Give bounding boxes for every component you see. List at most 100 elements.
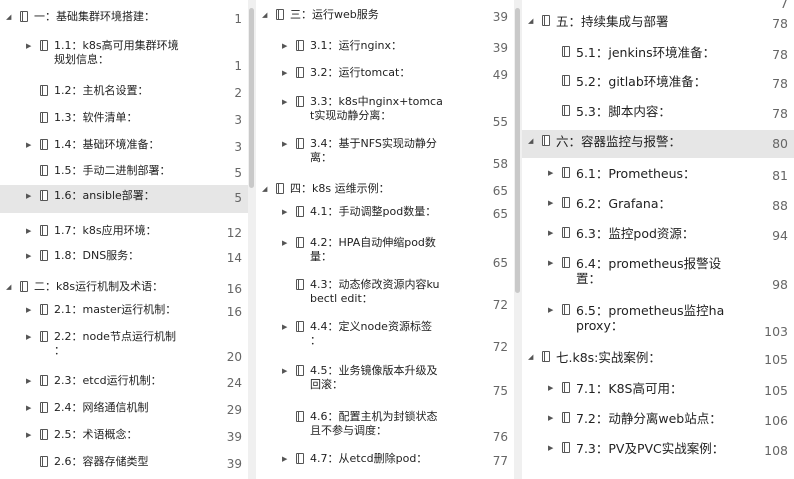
outline-item[interactable]: ▶ 2.1：master运行机制： 16 <box>0 299 248 325</box>
collapse-arrow-icon[interactable]: ◢ <box>6 10 11 24</box>
collapse-arrow-icon[interactable]: ◢ <box>262 8 267 22</box>
expand-arrow-icon[interactable]: ▶ <box>26 189 31 203</box>
outline-item-title: 1.8：DNS服务： <box>54 249 140 262</box>
collapse-arrow-icon[interactable]: ◢ <box>262 182 267 196</box>
bookmark-icon <box>562 75 570 86</box>
outline-item[interactable]: ▶ 6.2：Grafana： 88 <box>522 192 794 220</box>
expand-arrow-icon[interactable]: ▶ <box>26 401 31 415</box>
page-number: 72 <box>492 298 508 312</box>
outline-item[interactable]: ▶ 6.1：Prometheus： 81 <box>522 162 794 190</box>
outline-item[interactable]: 1.3：软件清单： 3 <box>0 107 248 133</box>
scrollbar-thumb[interactable] <box>515 8 520 293</box>
outline-item[interactable]: ▶ 7.2：动静分离web站点： 106 <box>522 407 794 435</box>
expand-arrow-icon[interactable]: ▶ <box>282 364 287 378</box>
outline-chapter[interactable]: ◢ 五：持续集成与部署 78 <box>522 10 794 36</box>
outline-item[interactable]: ▶ 4.1：手动调整pod数量： 65 <box>256 201 514 231</box>
outline-item[interactable]: ▶ 6.3：监控pod资源： 94 <box>522 222 794 250</box>
page-number: 49 <box>492 68 508 82</box>
outline-item[interactable]: ▶ 4.5：业务镜像版本升级及 回滚： 75 <box>256 360 514 406</box>
outline-item[interactable]: ▶ 3.1：运行nginx： 39 <box>256 35 514 61</box>
expand-arrow-icon[interactable]: ▶ <box>282 320 287 334</box>
bookmark-icon <box>562 197 570 208</box>
expand-arrow-icon[interactable]: ▶ <box>548 411 553 426</box>
outline-item[interactable]: 5.3：脚本内容： 78 <box>522 100 794 126</box>
expand-arrow-icon[interactable]: ▶ <box>282 39 287 53</box>
expand-arrow-icon[interactable]: ▶ <box>548 441 553 456</box>
outline-item[interactable]: ▶ 3.4：基于NFS实现动静分 离： 58 <box>256 133 514 177</box>
page-number: 39 <box>226 457 242 471</box>
outline-item[interactable]: ▶ 2.4：网络通信机制 29 <box>0 397 248 423</box>
outline-chapter[interactable]: ◢ 一：基础集群环境搭建： 1 <box>0 6 248 32</box>
outline-item[interactable]: 1.2：主机名设置： 2 <box>0 80 248 106</box>
expand-arrow-icon[interactable]: ▶ <box>282 236 287 250</box>
expand-arrow-icon[interactable]: ▶ <box>26 428 31 442</box>
outline-item-title: 3.2：运行tomcat： <box>310 66 411 79</box>
outline-item[interactable]: 4.3：动态修改资源内容ku bectl edit： 72 <box>256 274 514 316</box>
expand-arrow-icon[interactable]: ▶ <box>548 226 553 241</box>
outline-item[interactable]: ▶ 4.2：HPA自动伸缩pod数 量： 65 <box>256 232 514 274</box>
expand-arrow-icon[interactable]: ▶ <box>26 138 31 152</box>
page-number: 65 <box>492 184 508 198</box>
outline-item[interactable]: ▶ 7.1：K8S高可用： 105 <box>522 377 794 405</box>
page-number: 78 <box>772 16 788 31</box>
outline-item[interactable]: ▶ 6.4：prometheus报警设 置： 98 <box>522 252 794 296</box>
expand-arrow-icon[interactable]: ▶ <box>548 256 553 271</box>
outline-item-title: 2.5：术语概念： <box>54 428 138 441</box>
expand-arrow-icon[interactable]: ▶ <box>26 39 31 53</box>
expand-arrow-icon[interactable]: ▶ <box>26 224 31 238</box>
outline-item[interactable]: ▶ 1.1：k8s高可用集群环境 规划信息： 1 <box>0 35 248 79</box>
outline-item[interactable]: 4.6：配置主机为封锁状态 且不参与调度： 76 <box>256 406 514 448</box>
collapse-arrow-icon[interactable]: ◢ <box>528 350 533 365</box>
outline-column-1[interactable]: ◢ 一：基础集群环境搭建： 1 ▶ 1.1：k8s高可用集群环境 规划信息： 1 1.2：主… <box>0 0 248 479</box>
outline-item[interactable]: 5.2：gitlab环境准备： 78 <box>522 70 794 98</box>
outline-item-title: 5.2：gitlab环境准备： <box>576 74 707 89</box>
expand-arrow-icon[interactable]: ▶ <box>282 137 287 151</box>
outline-column-2[interactable]: ◢ 三：运行web服务 39 ▶ 3.1：运行nginx： 39 ▶ 3.2：运行tomcat… <box>256 0 514 479</box>
bookmark-icon <box>296 206 304 217</box>
outline-chapter[interactable]: ◢ 七.k8s:实战案例： 105 <box>522 346 794 374</box>
expand-arrow-icon[interactable]: ▶ <box>282 95 287 109</box>
expand-arrow-icon[interactable]: ▶ <box>548 381 553 396</box>
outline-column-3[interactable]: 7 ◢ 五：持续集成与部署 78 5.1：jenkins环境准备： 78 5.2：gitla… <box>522 0 794 479</box>
outline-item[interactable]: ▶ 4.7：从etcd删除pod： 77 <box>256 448 514 474</box>
outline-chapter[interactable]: ◢ 六：容器监控与报警： 80 <box>522 130 794 158</box>
outline-item[interactable]: 1.5：手动二进制部署： 5 <box>0 160 248 186</box>
expand-arrow-icon[interactable]: ▶ <box>548 196 553 211</box>
outline-item[interactable]: ▶ 1.8：DNS服务： 14 <box>0 245 248 271</box>
bookmark-icon <box>296 411 304 422</box>
outline-item[interactable]: ▶ 2.2：node节点运行机制 ： 20 <box>0 326 248 370</box>
collapse-arrow-icon[interactable]: ◢ <box>6 280 11 294</box>
expand-arrow-icon[interactable]: ▶ <box>282 66 287 80</box>
page-number: 2 <box>234 86 242 100</box>
outline-item[interactable]: 5.1：jenkins环境准备： 78 <box>522 41 794 69</box>
expand-arrow-icon[interactable]: ▶ <box>548 166 553 181</box>
bookmark-icon <box>40 165 48 176</box>
outline-chapter[interactable]: ◢ 四：k8s 运维示例： 65 <box>256 178 514 200</box>
expand-arrow-icon[interactable]: ▶ <box>26 374 31 388</box>
outline-chapter[interactable]: ◢ 二：k8s运行机制及术语： 16 <box>0 276 248 300</box>
outline-item[interactable]: 7 <box>522 0 794 11</box>
outline-item[interactable]: ▶ 1.4：基础环境准备： 3 <box>0 134 248 160</box>
collapse-arrow-icon[interactable]: ◢ <box>528 134 533 149</box>
outline-item[interactable]: 2.6：容器存储类型 39 <box>0 451 248 475</box>
scrollbar-thumb[interactable] <box>249 8 254 188</box>
outline-item-title: 1.2：主机名设置： <box>54 84 149 97</box>
outline-item-title: 6.5：prometheus监控ha proxy： <box>576 303 725 333</box>
outline-chapter[interactable]: ◢ 三：运行web服务 39 <box>256 4 514 28</box>
outline-item[interactable]: ▶ 1.6：ansible部署： 5 <box>0 185 248 213</box>
outline-item[interactable]: ▶ 7.3：PV及PVC实战案例： 108 <box>522 437 794 465</box>
outline-item[interactable]: ▶ 3.2：运行tomcat： 49 <box>256 62 514 90</box>
expand-arrow-icon[interactable]: ▶ <box>282 452 287 466</box>
expand-arrow-icon[interactable]: ▶ <box>282 205 287 219</box>
outline-item[interactable]: ▶ 1.7：k8s应用环境： 12 <box>0 220 248 246</box>
outline-item[interactable]: ▶ 3.3：k8s中nginx+tomca t实现动静分离： 55 <box>256 91 514 133</box>
expand-arrow-icon[interactable]: ▶ <box>548 303 553 318</box>
outline-item[interactable]: ▶ 2.3：etcd运行机制： 24 <box>0 370 248 396</box>
expand-arrow-icon[interactable]: ▶ <box>26 303 31 317</box>
outline-item[interactable]: ▶ 6.5：prometheus监控ha proxy： 103 <box>522 299 794 343</box>
expand-arrow-icon[interactable]: ▶ <box>26 249 31 263</box>
outline-item[interactable]: ▶ 4.4：定义node资源标签 ： 72 <box>256 316 514 360</box>
outline-item[interactable]: ▶ 2.5：术语概念： 39 <box>0 424 248 450</box>
expand-arrow-icon[interactable]: ▶ <box>26 330 31 344</box>
collapse-arrow-icon[interactable]: ◢ <box>528 14 533 29</box>
